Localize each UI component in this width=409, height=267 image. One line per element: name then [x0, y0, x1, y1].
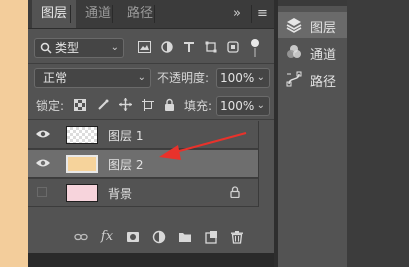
paths-icon	[286, 71, 302, 87]
new-adjustment-layer-icon[interactable]	[152, 230, 166, 244]
add-mask-icon[interactable]	[126, 230, 140, 244]
dock-item-layers[interactable]: 图层	[278, 12, 347, 38]
layers-panel: 图层 通道 路径 » ≡ 类型 ⌄ 正常 ⌄ 不透明度: 100% ⌄ 锁定: …	[28, 0, 275, 267]
dock-item-channels[interactable]: 通道	[278, 39, 347, 65]
canvas-edge	[0, 0, 28, 267]
layers-toolbar: fx	[28, 226, 274, 250]
collapsed-panel-dock: 图层 通道 路径	[278, 0, 347, 267]
panel-bottom-edge	[28, 253, 274, 267]
new-group-folder-icon[interactable]	[178, 230, 192, 244]
channels-icon	[287, 45, 301, 58]
new-layer-icon[interactable]	[204, 230, 218, 244]
dock-item-label: 图层	[310, 21, 337, 36]
layers-icon	[286, 18, 302, 33]
dock-grip	[278, 0, 347, 6]
dock-item-label: 通道	[310, 48, 337, 63]
layers-panel-body: 图层 通道 路径 » ≡ 类型 ⌄ 正常 ⌄ 不透明度: 100% ⌄ 锁定: …	[28, 0, 275, 253]
dock-item-paths[interactable]: 路径	[278, 66, 347, 92]
annotation-arrow	[159, 131, 247, 160]
delete-layer-trash-icon[interactable]	[230, 230, 244, 244]
dock-item-label: 路径	[310, 75, 337, 90]
link-layers-icon[interactable]	[74, 230, 88, 244]
layer-style-fx-icon[interactable]: fx	[100, 230, 114, 244]
workspace-background	[347, 0, 409, 267]
